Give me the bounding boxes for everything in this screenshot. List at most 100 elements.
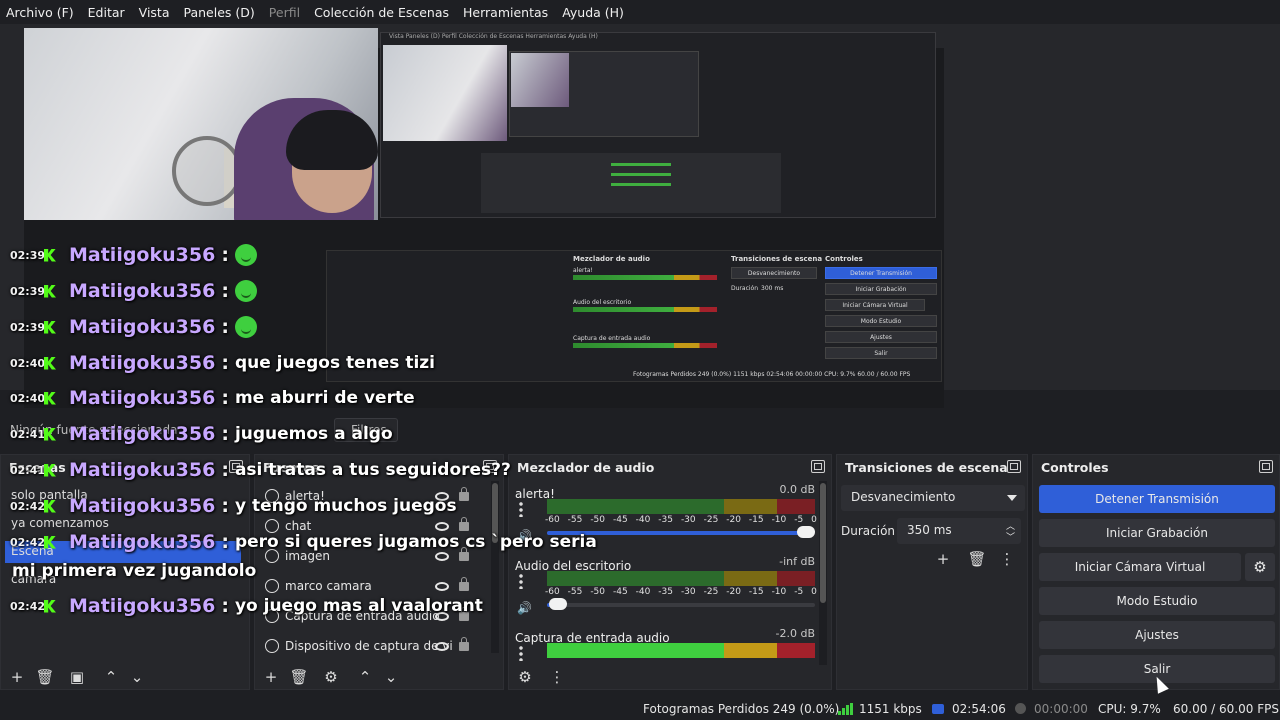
scene-item-selected[interactable]: Escena xyxy=(5,541,241,563)
lock-icon[interactable] xyxy=(459,516,469,531)
duration-spinbox[interactable]: 350 ms ︿ ﹀ xyxy=(897,518,1021,544)
menu-coleccion-escenas[interactable]: Colección de Escenas xyxy=(314,5,449,20)
visibility-eye-icon[interactable] xyxy=(435,641,449,651)
source-type-icon xyxy=(265,519,279,533)
speaker-icon[interactable]: 🔊 xyxy=(517,529,533,543)
lock-icon[interactable] xyxy=(459,636,469,651)
source-properties-gear-icon[interactable]: ⚙ xyxy=(321,667,341,687)
channel-db: 0.0 dB xyxy=(779,483,815,496)
source-name: imagen xyxy=(285,549,330,563)
remove-source-icon[interactable]: 🗑 xyxy=(289,667,309,687)
menu-bar: Archivo (F) Editar Vista Paneles (D) Per… xyxy=(0,0,1280,24)
menu-perfil[interactable]: Perfil xyxy=(269,5,300,20)
webcam-feed xyxy=(24,28,378,220)
add-scene-icon[interactable]: + xyxy=(7,667,27,687)
nested-meter-3 xyxy=(573,343,717,348)
stop-stream-button[interactable]: Detener Transmisión xyxy=(1039,485,1275,513)
duration-value: 350 ms xyxy=(907,523,952,537)
volume-knob[interactable] xyxy=(549,598,567,610)
mixer-title: Mezclador de audio xyxy=(517,460,655,475)
undock-icon[interactable] xyxy=(229,460,243,473)
lock-icon[interactable] xyxy=(459,486,469,501)
menu-archivo[interactable]: Archivo (F) xyxy=(6,5,74,20)
lock-icon[interactable] xyxy=(459,576,469,591)
scenes-title: Escenas xyxy=(9,460,66,475)
nested-obs-panels: Mezclador de audio Transiciones de escen… xyxy=(326,250,942,382)
source-item[interactable]: marco camara xyxy=(265,575,491,597)
lock-icon[interactable] xyxy=(459,606,469,621)
channel-menu-icon[interactable] xyxy=(519,501,523,517)
level-meter xyxy=(547,571,815,586)
chevron-down-icon xyxy=(1007,495,1017,501)
virtual-camera-gear-icon[interactable]: ⚙ xyxy=(1245,553,1275,581)
menu-paneles[interactable]: Paneles (D) xyxy=(184,5,255,20)
source-item[interactable]: Dispositivo de captura de vi xyxy=(265,635,491,657)
transition-menu-icon[interactable]: ⋮ xyxy=(997,549,1017,569)
move-down-icon[interactable]: ⌄ xyxy=(127,667,147,687)
fps: 60.00 / 60.00 FPS xyxy=(1173,702,1279,716)
mixer-menu-icon[interactable]: ⋮ xyxy=(547,667,567,687)
lock-icon[interactable] xyxy=(459,546,469,561)
visibility-eye-icon[interactable] xyxy=(435,551,449,561)
transition-select[interactable]: Desvanecimiento xyxy=(841,485,1025,511)
source-item[interactable]: imagen xyxy=(265,545,491,567)
scrollbar-thumb[interactable] xyxy=(492,483,498,543)
move-up-icon[interactable]: ⌃ xyxy=(101,667,121,687)
spin-down-icon[interactable]: ﹀ xyxy=(1006,530,1015,543)
source-item[interactable]: alerta! xyxy=(265,485,491,507)
undock-icon[interactable] xyxy=(483,460,497,473)
move-down-icon[interactable]: ⌄ xyxy=(381,667,401,687)
channel-menu-icon[interactable] xyxy=(519,645,523,661)
speaker-icon[interactable]: 🔊 xyxy=(517,601,533,615)
settings-button[interactable]: Ajustes xyxy=(1039,621,1275,649)
nested-menu: Vista Paneles (D) Perfil Colección de Es… xyxy=(389,33,598,40)
scenes-dock: Escenas solo pantalla ya comenzamos Esce… xyxy=(0,454,250,690)
transitions-dock: Transiciones de escena Desvanecimiento D… xyxy=(836,454,1028,690)
studio-mode-button[interactable]: Modo Estudio xyxy=(1039,587,1275,615)
scrollbar-thumb[interactable] xyxy=(820,483,826,603)
mixer-scrollbar[interactable] xyxy=(819,481,827,665)
nested-meter-1 xyxy=(573,275,717,280)
start-virtual-camera-button[interactable]: Iniciar Cámara Virtual xyxy=(1039,553,1241,581)
undock-icon[interactable] xyxy=(1007,460,1021,473)
visibility-eye-icon[interactable] xyxy=(435,611,449,621)
add-transition-icon[interactable]: + xyxy=(933,549,953,569)
scene-item[interactable]: camara xyxy=(5,569,241,591)
undock-icon[interactable] xyxy=(811,460,825,473)
stream-status-icon xyxy=(932,704,944,714)
menu-herramientas[interactable]: Herramientas xyxy=(463,5,548,20)
sources-scrollbar[interactable] xyxy=(491,481,499,653)
scene-item[interactable]: solo pantalla xyxy=(5,485,241,507)
volume-slider[interactable] xyxy=(547,598,815,610)
menu-ayuda[interactable]: Ayuda (H) xyxy=(562,5,624,20)
undock-icon[interactable] xyxy=(1259,460,1273,473)
scene-item[interactable]: ya comenzamos xyxy=(5,513,241,535)
add-source-icon[interactable]: + xyxy=(261,667,281,687)
move-up-icon[interactable]: ⌃ xyxy=(355,667,375,687)
meter-ticks: -60 -55 -50 -45 -40 -35 -30 -25 -20 -15 -10 -5 0 xyxy=(545,515,817,525)
nested-channel-3: Captura de entrada audio xyxy=(573,335,651,342)
source-item[interactable]: chat xyxy=(265,515,491,537)
source-item[interactable]: Captura de entrada audio xyxy=(265,605,491,627)
volume-slider[interactable] xyxy=(547,526,815,538)
visibility-eye-icon[interactable] xyxy=(435,491,449,501)
menu-editar[interactable]: Editar xyxy=(88,5,125,20)
source-type-icon xyxy=(265,549,279,563)
channel-db: -inf dB xyxy=(779,555,815,568)
remove-transition-icon[interactable]: 🗑 xyxy=(967,549,987,569)
volume-knob[interactable] xyxy=(797,526,815,538)
start-recording-button[interactable]: Iniciar Grabación xyxy=(1039,519,1275,547)
visibility-eye-icon[interactable] xyxy=(435,581,449,591)
mixer-channel: Audio del escritorio -inf dB -60 -55 -50 -4… xyxy=(515,555,817,615)
mixer-settings-gear-icon[interactable]: ⚙ xyxy=(515,667,535,687)
remove-scene-icon[interactable]: 🗑 xyxy=(35,667,55,687)
nested-duration-value: 300 ms xyxy=(761,285,784,292)
visibility-eye-icon[interactable] xyxy=(435,521,449,531)
channel-menu-icon[interactable] xyxy=(519,573,523,589)
nested-studio-mode: Modo Estudio xyxy=(825,315,937,327)
filters-button[interactable]: Filtros xyxy=(334,418,398,442)
menu-vista[interactable]: Vista xyxy=(139,5,170,20)
nested-duration-label: Duración xyxy=(731,285,759,292)
nested-channel-1: alerta! xyxy=(573,267,593,274)
scene-filters-icon[interactable]: ▣ xyxy=(67,667,87,687)
